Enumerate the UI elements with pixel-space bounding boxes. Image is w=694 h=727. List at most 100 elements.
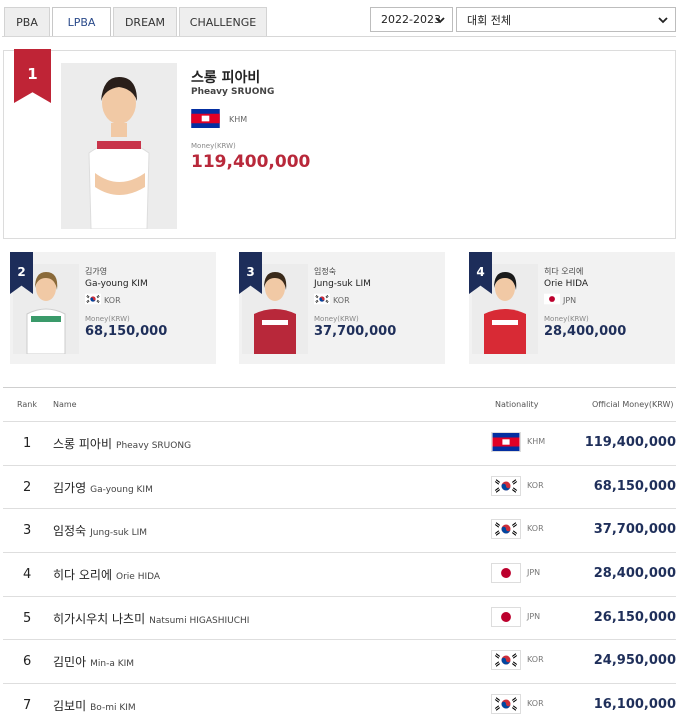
tab-lpba[interactable]: LPBA (52, 7, 111, 37)
money-label: Money(KRW) (544, 315, 589, 323)
row-money: 24,950,000 (593, 653, 676, 668)
rank-2-card[interactable]: 2 김가영 Ga-young KIM KOR Money(KRW) 68,150… (10, 252, 216, 364)
row-rank: 3 (23, 523, 32, 538)
player-country: KHM (229, 115, 248, 124)
player-money: 28,400,000 (544, 324, 627, 339)
player-money: 37,700,000 (314, 324, 397, 339)
khm-flag-icon (191, 109, 220, 128)
kor-flag-icon (491, 519, 521, 539)
row-name-ko: 스롱 피아비 (53, 437, 113, 451)
row-country: KOR (527, 699, 544, 708)
table-row[interactable]: 4 히다 오리에 Orie HIDA JPN 28,400,000 (3, 552, 676, 595)
player-country: KOR (104, 296, 121, 305)
row-money: 28,400,000 (593, 566, 676, 581)
jpn-flag-icon (544, 293, 560, 305)
row-name-en: Pheavy SRUONG (116, 441, 192, 451)
row-name-ko: 히가시우치 나츠미 (53, 612, 146, 626)
table-top-border (3, 387, 676, 388)
row-money: 26,150,000 (593, 610, 676, 625)
jpn-flag-icon (491, 607, 521, 627)
tournament-select-value: 대회 전체 (467, 13, 511, 27)
tour-tabs: PBA LPBA DREAM CHALLENGE (4, 7, 269, 37)
table-row[interactable]: 7 김보미 Bo-mi KIM KOR 16,100,000 (3, 683, 676, 726)
header-name: Name (53, 400, 77, 409)
khm-flag-icon (491, 432, 521, 452)
row-name-ko: 임정숙 (53, 524, 87, 538)
player-photo (61, 63, 177, 229)
player-country: JPN (563, 296, 577, 305)
player-money: 119,400,000 (191, 152, 311, 172)
table-row[interactable]: 2 김가영 Ga-young KIM KOR 68,150,000 (3, 465, 676, 508)
row-rank: 2 (23, 480, 32, 495)
row-money: 119,400,000 (584, 435, 676, 450)
row-rank: 7 (23, 698, 32, 713)
row-name-en: Ga-young KIM (90, 485, 153, 495)
row-rank: 6 (23, 654, 32, 669)
row-country: KOR (527, 481, 544, 490)
money-label: Money(KRW) (85, 315, 130, 323)
table-row[interactable]: 6 김민아 Min-a KIM KOR 24,950,000 (3, 639, 676, 682)
money-label: Money(KRW) (191, 142, 236, 150)
chevron-down-icon (658, 17, 668, 24)
tournament-select[interactable]: 대회 전체 (456, 7, 676, 32)
player-name-ko: 김가영 (85, 267, 108, 276)
rank-4-card[interactable]: 4 히다 오리에 Orie HIDA JPN Money(KRW) 28,400… (469, 252, 675, 364)
row-name-en: Min-a KIM (90, 659, 135, 669)
row-name: 임정숙 Jung-suk LIM (53, 522, 147, 539)
tab-dream[interactable]: DREAM (113, 7, 177, 37)
header-rank: Rank (17, 400, 37, 409)
row-country: JPN (527, 568, 541, 577)
tab-pba[interactable]: PBA (4, 7, 50, 37)
row-name-en: Natsumi HIGASHIUCHI (149, 616, 250, 626)
player-name-en: Pheavy SRUONG (191, 87, 275, 97)
row-name-en: Orie HIDA (116, 572, 161, 582)
kor-flag-icon (314, 293, 330, 305)
player-name-en: Jung-suk LIM (314, 279, 371, 289)
kor-flag-icon (85, 293, 101, 305)
header-nationality: Nationality (495, 400, 539, 409)
player-money: 68,150,000 (85, 324, 168, 339)
row-name: 히다 오리에 Orie HIDA (53, 566, 160, 583)
rank-ribbon: 1 (14, 49, 51, 103)
table-row[interactable]: 1 스롱 피아비 Pheavy SRUONG KHM 119,400,000 (3, 421, 676, 464)
row-country: JPN (527, 612, 541, 621)
row-name: 김민아 Min-a KIM (53, 653, 134, 670)
table-row[interactable]: 3 임정숙 Jung-suk LIM KOR 37,700,000 (3, 508, 676, 551)
money-label: Money(KRW) (314, 315, 359, 323)
row-country: KHM (527, 437, 546, 446)
chevron-down-icon (435, 17, 445, 24)
kor-flag-icon (491, 650, 521, 670)
rank-3-card[interactable]: 3 임정숙 Jung-suk LIM KOR Money(KRW) 37,700… (239, 252, 445, 364)
player-name-ko: 히다 오리에 (544, 267, 584, 276)
row-rank: 5 (23, 611, 32, 626)
tab-challenge[interactable]: CHALLENGE (179, 7, 267, 37)
player-name-en: Ga-young KIM (85, 279, 148, 289)
player-name-ko: 스롱 피아비 (191, 70, 261, 86)
player-avatar-icon (61, 63, 177, 229)
row-name-ko: 히다 오리에 (53, 568, 113, 582)
row-name: 히가시우치 나츠미 Natsumi HIGASHIUCHI (53, 610, 249, 627)
row-rank: 1 (23, 436, 32, 451)
row-name-en: Jung-suk LIM (90, 528, 148, 538)
row-name-ko: 김가영 (53, 481, 87, 495)
player-name-ko: 임정숙 (314, 267, 337, 276)
kor-flag-icon (491, 694, 521, 714)
row-money: 68,150,000 (593, 479, 676, 494)
jpn-flag-icon (491, 563, 521, 583)
row-money: 16,100,000 (593, 697, 676, 712)
header-money: Official Money(KRW) (592, 400, 674, 409)
kor-flag-icon (491, 476, 521, 496)
table-row[interactable]: 5 히가시우치 나츠미 Natsumi HIGASHIUCHI JPN 26,15… (3, 596, 676, 639)
row-money: 37,700,000 (593, 522, 676, 537)
row-name: 김보미 Bo-mi KIM (53, 697, 136, 714)
row-name: 김가영 Ga-young KIM (53, 479, 153, 496)
season-select[interactable]: 2022-2023 (370, 7, 453, 32)
row-name-ko: 김보미 (53, 699, 87, 713)
row-name: 스롱 피아비 Pheavy SRUONG (53, 435, 191, 452)
tab-divider (2, 36, 676, 37)
rank-1-card[interactable]: 1 스롱 피아비 Pheavy SRUONG KHM Money(KRW) 11… (3, 49, 676, 239)
row-name-en: Bo-mi KIM (90, 703, 136, 713)
player-country: KOR (333, 296, 350, 305)
player-name-en: Orie HIDA (544, 279, 589, 289)
season-select-value: 2022-2023 (381, 13, 441, 26)
